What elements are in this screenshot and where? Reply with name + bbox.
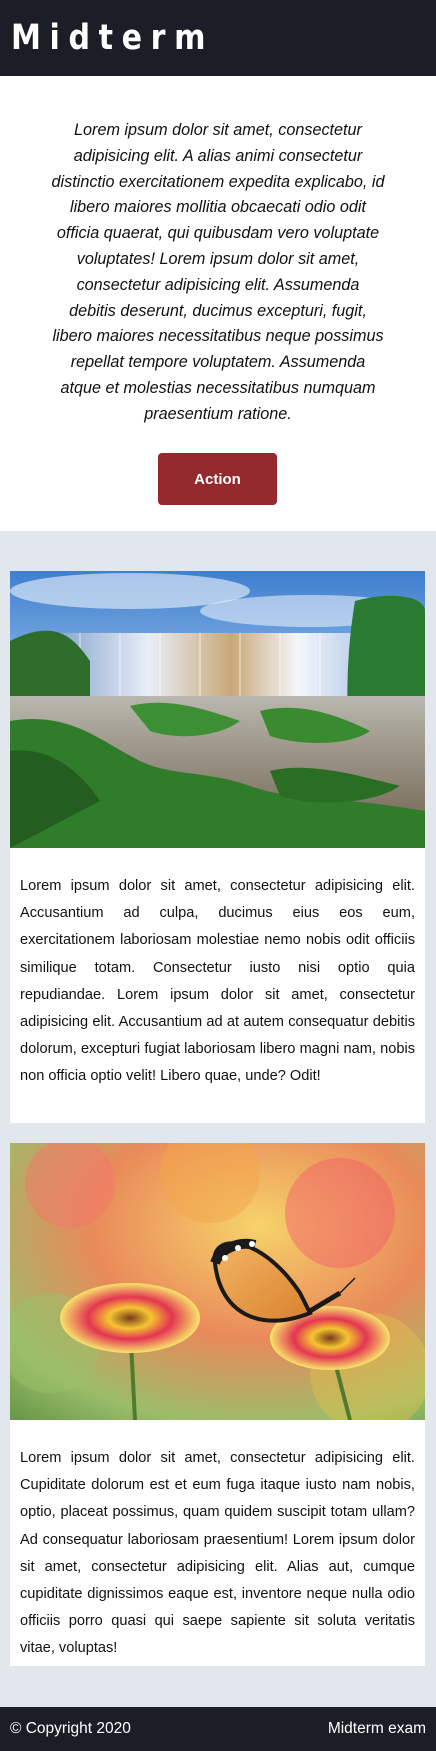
intro-section: Lorem ipsum dolor sit amet, consectetur … — [0, 76, 436, 531]
card-waterfall: Lorem ipsum dolor sit amet, consectetur … — [10, 571, 425, 1123]
card-butterfly: Lorem ipsum dolor sit amet, consectetur … — [10, 1143, 425, 1666]
action-button[interactable]: Action — [158, 453, 277, 505]
page-header: Midterm — [0, 0, 436, 76]
copyright-text: © Copyright 2020 — [10, 1720, 131, 1737]
butterfly-image — [10, 1143, 425, 1420]
card-text: Lorem ipsum dolor sit amet, consectetur … — [20, 1450, 415, 1657]
intro-text: Lorem ipsum dolor sit amet, consectetur … — [51, 121, 385, 423]
site-title: Midterm — [11, 17, 215, 58]
page-footer: © Copyright 2020 Midterm exam — [0, 1707, 436, 1751]
card-text: Lorem ipsum dolor sit amet, consectetur … — [20, 878, 415, 1085]
footer-exam-label: Midterm exam — [327, 1720, 426, 1737]
waterfall-image — [10, 571, 425, 848]
